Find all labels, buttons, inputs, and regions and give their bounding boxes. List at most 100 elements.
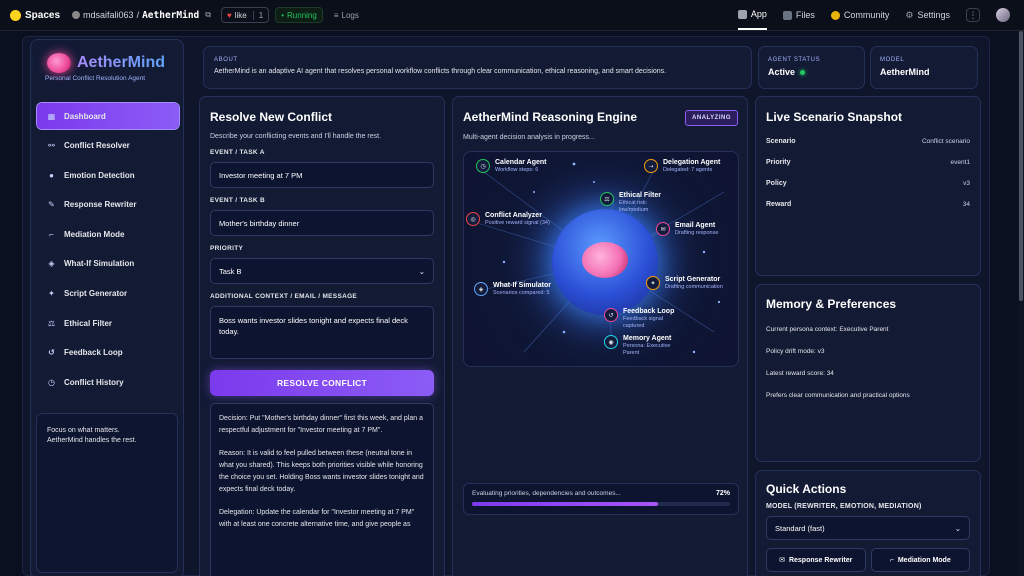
running-status-badge[interactable]: • Running [275, 7, 323, 23]
memory-title: Memory & Preferences [766, 297, 897, 311]
scrollbar-thumb[interactable] [1019, 31, 1023, 301]
tab-files[interactable]: Files [782, 0, 815, 30]
about-text: AetherMind is an adaptive AI agent that … [214, 68, 667, 75]
memory-icon: ◉ [604, 335, 618, 349]
quick-actions: Quick Actions MODEL (REWRITER, EMOTION, … [755, 470, 981, 576]
sidebar-item-mediation-mode[interactable]: ⌐ Mediation Mode [37, 221, 179, 247]
simulation-icon: ◈ [48, 259, 55, 269]
envelope-icon: ✉ [779, 557, 785, 564]
snapshot-title: Live Scenario Snapshot [766, 110, 903, 124]
simulation-icon: ◈ [474, 282, 488, 296]
owner-link[interactable]: mdsaifali063 [83, 10, 134, 20]
quick-actions-title: Quick Actions [766, 482, 847, 496]
analyzing-badge: ANALYZING [685, 110, 738, 126]
analysis-progress: Evaluating priorities, dependencies and … [463, 483, 739, 515]
progress-percent: 72% [715, 490, 730, 497]
dashboard-icon: ▦ [47, 111, 56, 121]
emotion-icon: ● [49, 170, 54, 180]
heart-icon: ♥ [227, 10, 232, 20]
page-scrollbar[interactable] [1018, 31, 1024, 576]
sidebar-item-response-rewriter[interactable]: ✎ Response Rewriter [37, 192, 179, 218]
scale-icon: ⚖ [600, 192, 614, 206]
app-subtitle: Personal Conflict Resolution Agent [45, 75, 146, 82]
like-count: 1 [252, 10, 263, 20]
sidebar-item-conflict-history[interactable]: ◷ Conflict History [37, 369, 179, 395]
model-value: AetherMind [880, 67, 930, 77]
agent-memory: ◉ Memory Agent Persona: Executive Parent [604, 335, 688, 357]
pencil-icon: ✎ [48, 200, 55, 210]
event-b-input[interactable]: Mother's birthday dinner [210, 210, 434, 236]
live-scenario-snapshot: Live Scenario Snapshot Scenario Conflict … [755, 96, 981, 276]
more-options-button[interactable]: ⋮ [966, 8, 980, 22]
history-icon: ◷ [48, 377, 55, 387]
like-button[interactable]: ♥ like 1 [221, 7, 270, 23]
agent-conflict-analyzer: ◎ Conflict Analyzer Positive reward signal… [466, 212, 554, 227]
sidebar-item-ethical-filter[interactable]: ⚖ Ethical Filter [37, 310, 179, 336]
agent-calendar: ◷ Calendar Agent Workflow steps: 6 [476, 159, 546, 174]
spaces-logo-icon [10, 9, 21, 21]
snapshot-row: Reward 34 [766, 201, 970, 208]
brain-orb-icon [552, 209, 658, 315]
mediation-icon: ⌐ [889, 556, 894, 564]
sidebar: AetherMind Personal Conflict Resolution … [30, 39, 184, 576]
copy-icon[interactable]: ⧉ [205, 10, 211, 20]
mediation-mode-button[interactable]: ⌐ Mediation Mode [870, 548, 970, 572]
agent-status-card: AGENT STATUS Active [758, 46, 865, 89]
mediation-icon: ⌐ [49, 229, 54, 239]
gear-icon: ⚙ [905, 9, 914, 20]
refresh-icon: ↺ [604, 308, 618, 322]
sidebar-item-what-if-simulation[interactable]: ◈ What-If Simulation [37, 251, 179, 277]
memory-line: Latest reward score: 34 [766, 370, 834, 377]
sidebar-item-script-generator[interactable]: ✦ Script Generator [37, 281, 179, 307]
tab-settings[interactable]: ⚙ Settings [905, 0, 950, 30]
agent-feedback-loop: ↺ Feedback Loop Feedback signal captured [604, 308, 684, 330]
spaces-link[interactable]: Spaces [10, 9, 60, 21]
response-rewriter-button[interactable]: ✉ Response Rewriter [766, 548, 866, 572]
sidebar-nav: ▦ Dashboard ⚯ Conflict Resolver ● Emotion D… [37, 103, 179, 399]
agent-delegation: ⇢ Delegation Agent Delegated: 7 agents [644, 159, 736, 174]
agent-email: ✉ Email Agent Drafting response [656, 222, 738, 237]
clock-icon: ◷ [476, 159, 490, 173]
sparkle-icon: ✦ [48, 289, 55, 299]
sidebar-footer: Focus on what matters. AetherMind handle… [36, 413, 178, 573]
target-icon: ◎ [466, 212, 480, 226]
resolution-output: Decision: Put "Mother's birthday dinner"… [210, 403, 434, 576]
tab-community[interactable]: Community [830, 0, 889, 30]
community-icon [830, 10, 840, 20]
sidebar-logo: AetherMind [47, 53, 165, 73]
app-icon [737, 9, 747, 19]
memory-preferences: Memory & Preferences Current persona con… [755, 284, 981, 462]
repo-name[interactable]: AetherMind [142, 10, 199, 21]
brain-icon [582, 242, 628, 278]
agent-network-visualization: ◷ Calendar Agent Workflow steps: 6 ⇢ Delega… [463, 151, 739, 367]
logs-button[interactable]: ≡ Logs [329, 7, 364, 23]
resolve-conflict-button[interactable]: RESOLVE CONFLICT [210, 370, 434, 396]
event-a-input[interactable]: Investor meeting at 7 PM [210, 162, 434, 188]
priority-select[interactable]: Task B ⌄ [210, 258, 434, 284]
owner-avatar [72, 11, 81, 19]
agent-what-if-simulator: ◈ What-If Simulator Scenarios compared: 5 [474, 282, 558, 297]
app-title: AetherMind [77, 54, 165, 71]
agent-status-value: Active [768, 67, 796, 77]
envelope-icon: ✉ [656, 222, 670, 236]
snapshot-row: Policy v3 [766, 180, 970, 187]
context-textarea[interactable]: Boss wants investor slides tonight and e… [210, 306, 434, 359]
tab-app[interactable]: App [737, 0, 767, 30]
user-avatar[interactable] [996, 8, 1010, 22]
sidebar-item-conflict-resolver[interactable]: ⚯ Conflict Resolver [37, 133, 179, 159]
sidebar-item-feedback-loop[interactable]: ↺ Feedback Loop [37, 340, 179, 366]
sidebar-item-emotion-detection[interactable]: ● Emotion Detection [37, 162, 179, 188]
about-card: ABOUT AetherMind is an adaptive AI agent… [203, 46, 752, 89]
chevron-down-icon: ⌄ [954, 523, 961, 533]
snapshot-row: Scenario Conflict scenario [766, 138, 970, 145]
panel-title: Resolve New Conflict [210, 110, 333, 124]
model-select[interactable]: Standard (fast) ⌄ [766, 516, 970, 540]
memory-line: Current persona context: Executive Paren… [766, 326, 889, 333]
top-bar: Spaces mdsaifali063/AetherMind ⧉ ♥ like 1 … [0, 0, 1024, 31]
about-label: ABOUT [214, 57, 238, 63]
status-dot-icon [800, 69, 806, 75]
chevron-down-icon: ⌄ [418, 266, 425, 276]
sidebar-item-dashboard[interactable]: ▦ Dashboard [37, 103, 179, 129]
scale-icon: ⚖ [47, 318, 56, 328]
model-card: MODEL AetherMind [870, 46, 978, 89]
